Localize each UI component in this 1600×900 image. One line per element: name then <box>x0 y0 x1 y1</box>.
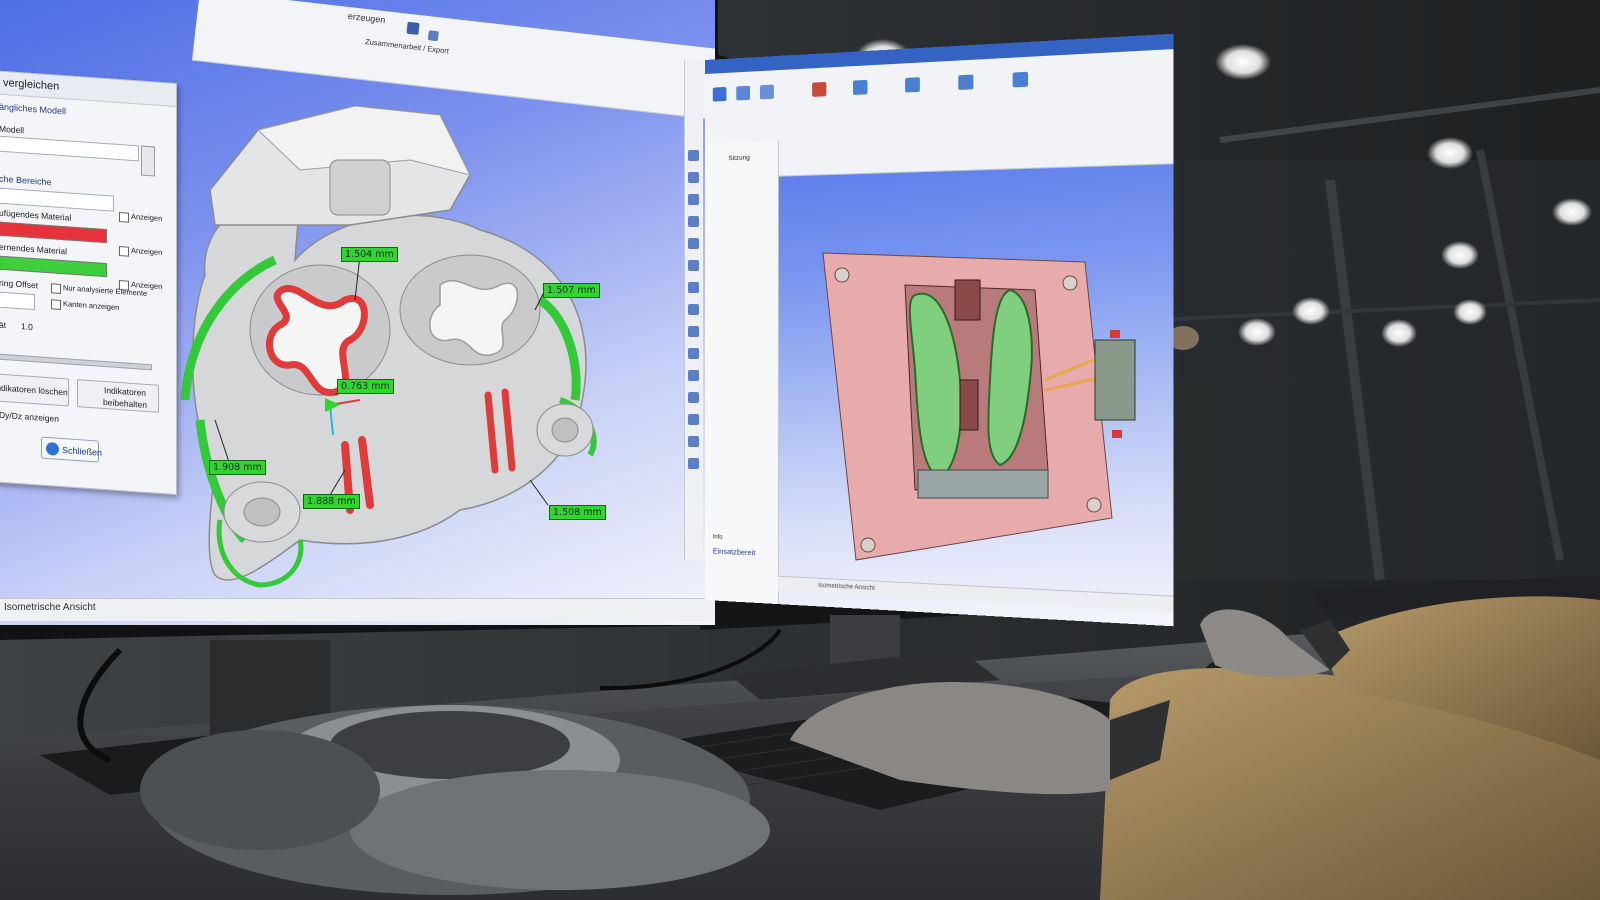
hydraulic-unit <box>1095 340 1135 420</box>
mold-plate-model <box>0 0 1600 900</box>
